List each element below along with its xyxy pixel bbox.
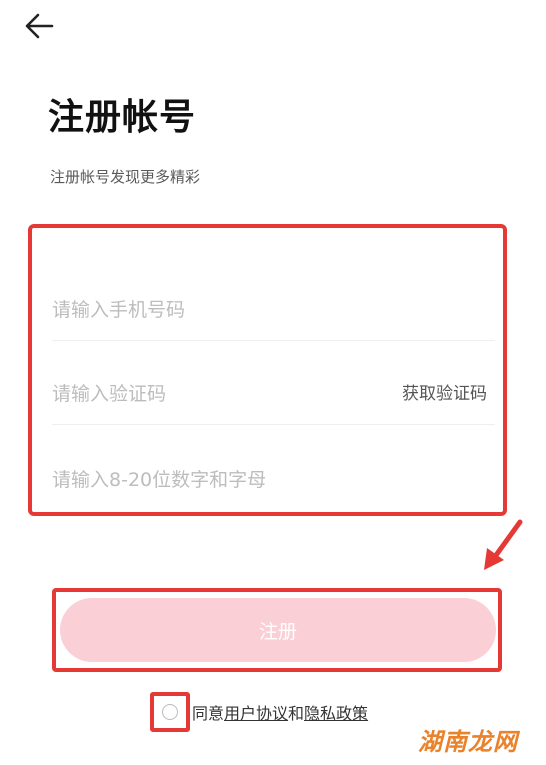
phone-input[interactable] — [52, 280, 495, 340]
checkbox-highlight — [150, 692, 190, 732]
back-arrow-icon — [25, 13, 54, 39]
password-field — [52, 450, 495, 510]
agree-prefix: 同意 — [192, 704, 225, 723]
register-form: 获取验证码 — [28, 224, 507, 516]
user-agreement-link[interactable]: 用户协议 — [224, 704, 288, 723]
agreement-text: 同意用户协议和隐私政策 — [192, 700, 368, 724]
password-input[interactable] — [52, 450, 495, 510]
page-title: 注册帐号 — [48, 97, 197, 138]
privacy-policy-link[interactable]: 隐私政策 — [304, 704, 368, 723]
agree-and: 和 — [288, 704, 305, 723]
register-button-highlight: 注册 — [52, 588, 502, 672]
code-input[interactable] — [52, 364, 372, 424]
page-subtitle: 注册帐号发现更多精彩 — [50, 168, 201, 186]
register-button[interactable]: 注册 — [60, 598, 496, 662]
get-code-button[interactable]: 获取验证码 — [402, 364, 487, 424]
agree-checkbox[interactable] — [162, 704, 178, 720]
watermark-logo: 湖南龙网 — [418, 728, 518, 756]
back-button[interactable] — [22, 10, 58, 42]
annotation-arrow-icon — [484, 519, 523, 570]
code-field: 获取验证码 — [52, 364, 495, 425]
phone-field — [52, 280, 495, 341]
